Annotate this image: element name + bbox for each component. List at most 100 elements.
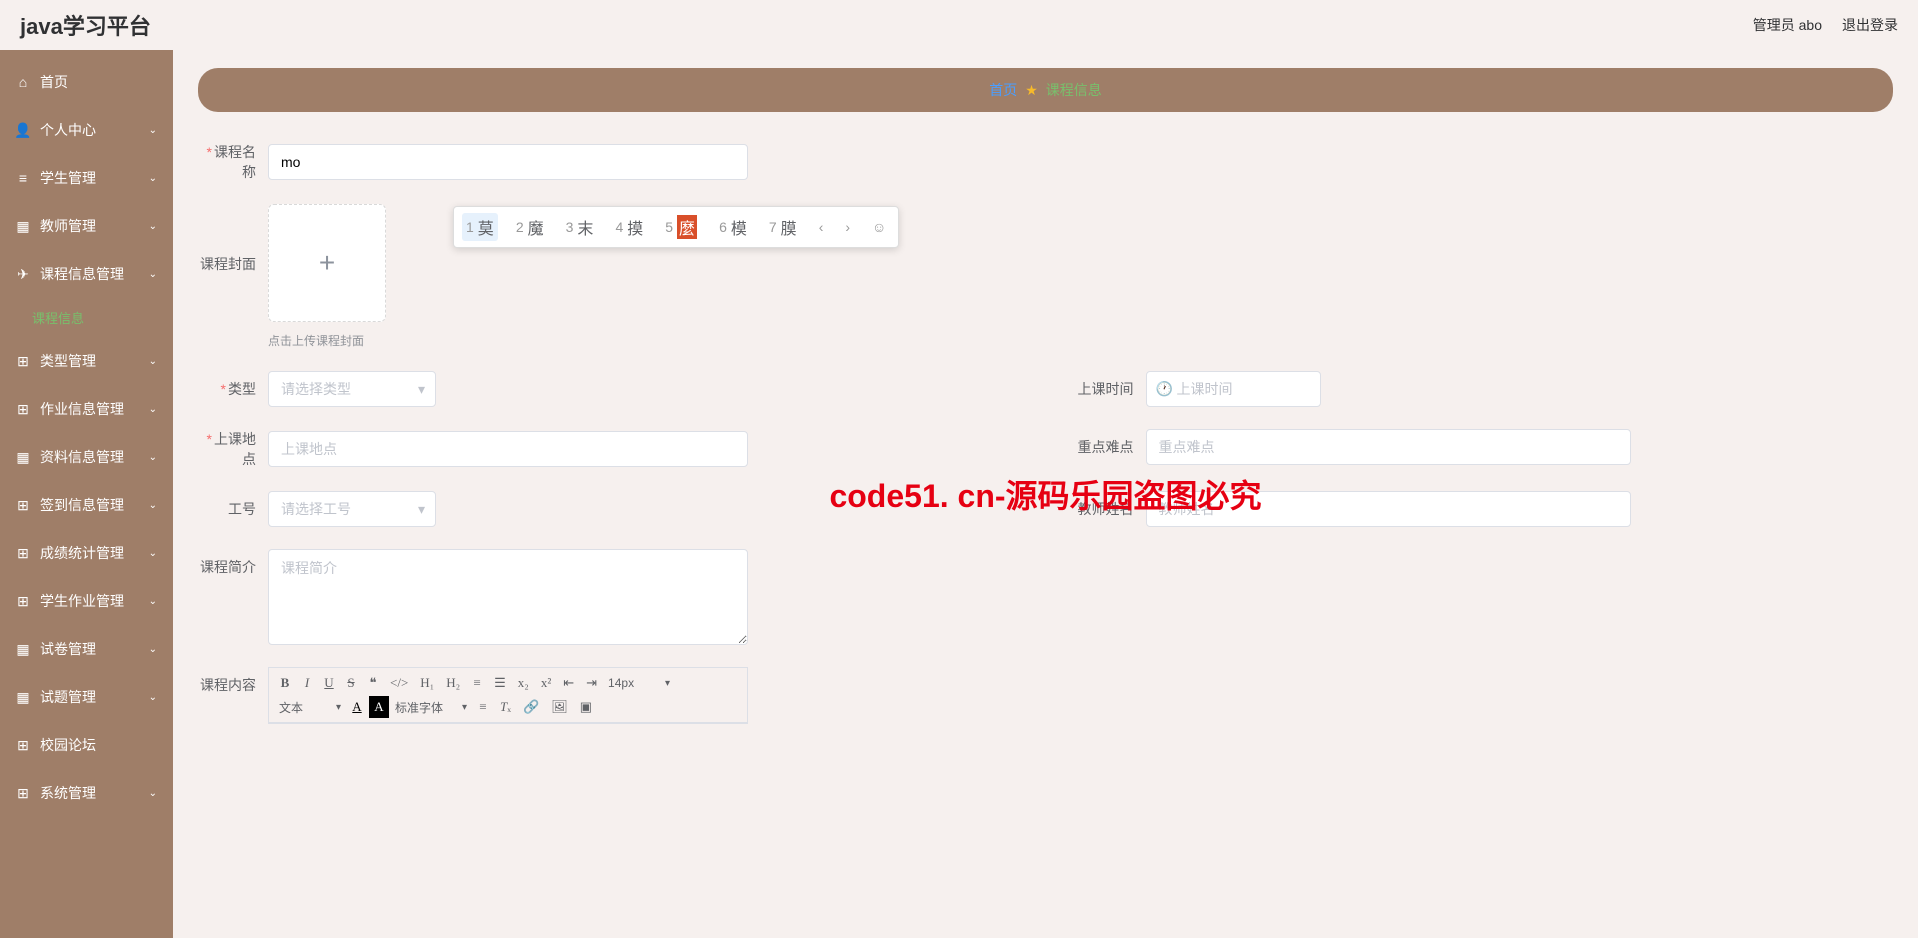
chevron-down-icon: ⌄ [149, 548, 157, 559]
sidebar-item-student[interactable]: ≡ 学生管理 ⌄ [0, 154, 173, 202]
sidebar-label: 类型管理 [40, 351, 96, 371]
sidebar-label: 试题管理 [40, 687, 96, 707]
sidebar-label: 首页 [40, 72, 68, 92]
teacher-label: 教师姓名 [1046, 499, 1146, 519]
cover-upload[interactable]: + [268, 204, 386, 322]
bold-button[interactable]: B [275, 672, 295, 694]
italic-button[interactable]: I [297, 672, 317, 694]
intro-label: 课程简介 [198, 549, 268, 577]
ime-candidate-1[interactable]: 1莫 [462, 213, 498, 241]
difficulty-label: 重点难点 [1046, 437, 1146, 457]
ime-candidate-5[interactable]: 5麼 [661, 213, 701, 241]
sidebar-label: 成绩统计管理 [40, 543, 124, 563]
sidebar-label: 作业信息管理 [40, 399, 124, 419]
outdent-button[interactable]: ⇥ [581, 672, 602, 694]
class-time-input-wrapper: 🕐 [1146, 371, 1321, 407]
ordered-list-button[interactable]: ≡ [467, 672, 487, 694]
user-icon: 👤 [16, 123, 30, 137]
breadcrumb-home[interactable]: 首页 [989, 80, 1017, 100]
rich-text-editor: B I U S ❝ </> H₁ H₂ ≡ ☰ x₂ x² ⇤ ⇥ [268, 667, 748, 724]
font-size-select[interactable]: 14px [604, 674, 674, 692]
ime-candidate-popup: 1莫 2魔 3末 4摸 5麼 6模 7膜 ‹ › ☺ [453, 206, 899, 248]
underline-button[interactable]: U [319, 672, 339, 694]
grid-icon: ⊞ [16, 354, 30, 368]
code-button[interactable]: </> [385, 672, 413, 694]
emp-id-label: 工号 [198, 499, 268, 519]
breadcrumb: 首页 ★ 课程信息 [198, 68, 1893, 112]
sidebar-item-checkin[interactable]: ⊞ 签到信息管理 ⌄ [0, 481, 173, 529]
location-input[interactable] [268, 431, 748, 467]
subscript-button[interactable]: x₂ [513, 672, 534, 694]
sidebar-item-teacher[interactable]: ▦ 教师管理 ⌄ [0, 202, 173, 250]
video-button[interactable]: ▣ [575, 696, 597, 718]
link-button[interactable]: 🔗 [518, 696, 544, 718]
ime-next[interactable]: › [841, 219, 854, 235]
sidebar-item-grades[interactable]: ⊞ 成绩统计管理 ⌄ [0, 529, 173, 577]
sidebar-item-question[interactable]: ▦ 试题管理 ⌄ [0, 673, 173, 721]
font-color-button[interactable]: A [347, 696, 367, 718]
ime-candidate-6[interactable]: 6模 [715, 213, 751, 241]
ime-candidate-2[interactable]: 2魔 [512, 213, 548, 241]
sidebar-label: 个人中心 [40, 120, 96, 140]
list-icon: ≡ [16, 171, 30, 185]
grid-icon: ▦ [16, 450, 30, 464]
teacher-input[interactable] [1146, 491, 1631, 527]
strike-button[interactable]: S [341, 672, 361, 694]
chevron-down-icon: ⌄ [149, 692, 157, 703]
plus-icon: + [319, 247, 335, 279]
sidebar-item-course-info[interactable]: ✈ 课程信息管理 ⌄ [0, 250, 173, 298]
sidebar-item-homework[interactable]: ⊞ 作业信息管理 ⌄ [0, 385, 173, 433]
ime-candidate-4[interactable]: 4摸 [611, 213, 647, 241]
course-name-input[interactable] [268, 144, 748, 180]
cover-label: 课程封面 [198, 204, 268, 274]
sidebar-item-home[interactable]: ⌂ 首页 [0, 58, 173, 106]
location-label: *上课地点 [198, 429, 268, 469]
sidebar-item-student-homework[interactable]: ⊞ 学生作业管理 ⌄ [0, 577, 173, 625]
sidebar-item-forum[interactable]: ⊞ 校园论坛 [0, 721, 173, 769]
sidebar-label: 学生作业管理 [40, 591, 124, 611]
sidebar-item-material[interactable]: ▦ 资料信息管理 ⌄ [0, 433, 173, 481]
ime-emoji[interactable]: ☺ [868, 219, 890, 235]
grid-icon: ⊞ [16, 594, 30, 608]
clear-format-button[interactable]: Tₓ [495, 696, 516, 718]
home-icon: ⌂ [16, 75, 30, 89]
sidebar-item-personal[interactable]: 👤 个人中心 ⌄ [0, 106, 173, 154]
text-type-select[interactable]: 文本 [275, 697, 345, 718]
class-time-label: 上课时间 [1046, 379, 1146, 399]
h1-button[interactable]: H₁ [415, 672, 439, 694]
emp-id-select[interactable]: 请选择工号 [268, 491, 436, 527]
intro-textarea[interactable] [268, 549, 748, 645]
image-button[interactable]: 🖼 [546, 696, 573, 718]
bg-color-button[interactable]: A [369, 696, 389, 718]
font-family-select[interactable]: 标准字体 [391, 697, 471, 718]
superscript-button[interactable]: x² [536, 672, 556, 694]
align-button[interactable]: ≡ [473, 696, 493, 718]
admin-label[interactable]: 管理员 abo [1753, 15, 1822, 35]
send-icon: ✈ [16, 267, 30, 281]
sidebar-item-exam[interactable]: ▦ 试卷管理 ⌄ [0, 625, 173, 673]
type-select[interactable]: 请选择类型 [268, 371, 436, 407]
app-header: java学习平台 管理员 abo 退出登录 [0, 0, 1918, 50]
quote-button[interactable]: ❝ [363, 672, 383, 694]
sidebar-item-type[interactable]: ⊞ 类型管理 ⌄ [0, 337, 173, 385]
sidebar-label: 签到信息管理 [40, 495, 124, 515]
h2-button[interactable]: H₂ [441, 672, 465, 694]
grid-icon: ▦ [16, 642, 30, 656]
difficulty-input[interactable] [1146, 429, 1631, 465]
ime-candidate-7[interactable]: 7膜 [765, 213, 801, 241]
clock-icon: 🕐 [1156, 381, 1173, 398]
ime-prev[interactable]: ‹ [815, 219, 828, 235]
ime-candidate-3[interactable]: 3末 [562, 213, 598, 241]
chevron-down-icon: ⌄ [149, 500, 157, 511]
grid-icon: ⊞ [16, 738, 30, 752]
grid-icon: ⊞ [16, 546, 30, 560]
type-label: *类型 [198, 379, 268, 399]
grid-icon: ⊞ [16, 498, 30, 512]
bullet-list-button[interactable]: ☰ [489, 672, 511, 694]
sidebar-label: 教师管理 [40, 216, 96, 236]
sidebar-subitem-course-info[interactable]: 课程信息 [0, 298, 173, 337]
chevron-down-icon: ⌄ [149, 173, 157, 184]
logout-link[interactable]: 退出登录 [1842, 15, 1898, 35]
indent-button[interactable]: ⇤ [558, 672, 579, 694]
sidebar-item-system[interactable]: ⊞ 系统管理 ⌄ [0, 769, 173, 817]
